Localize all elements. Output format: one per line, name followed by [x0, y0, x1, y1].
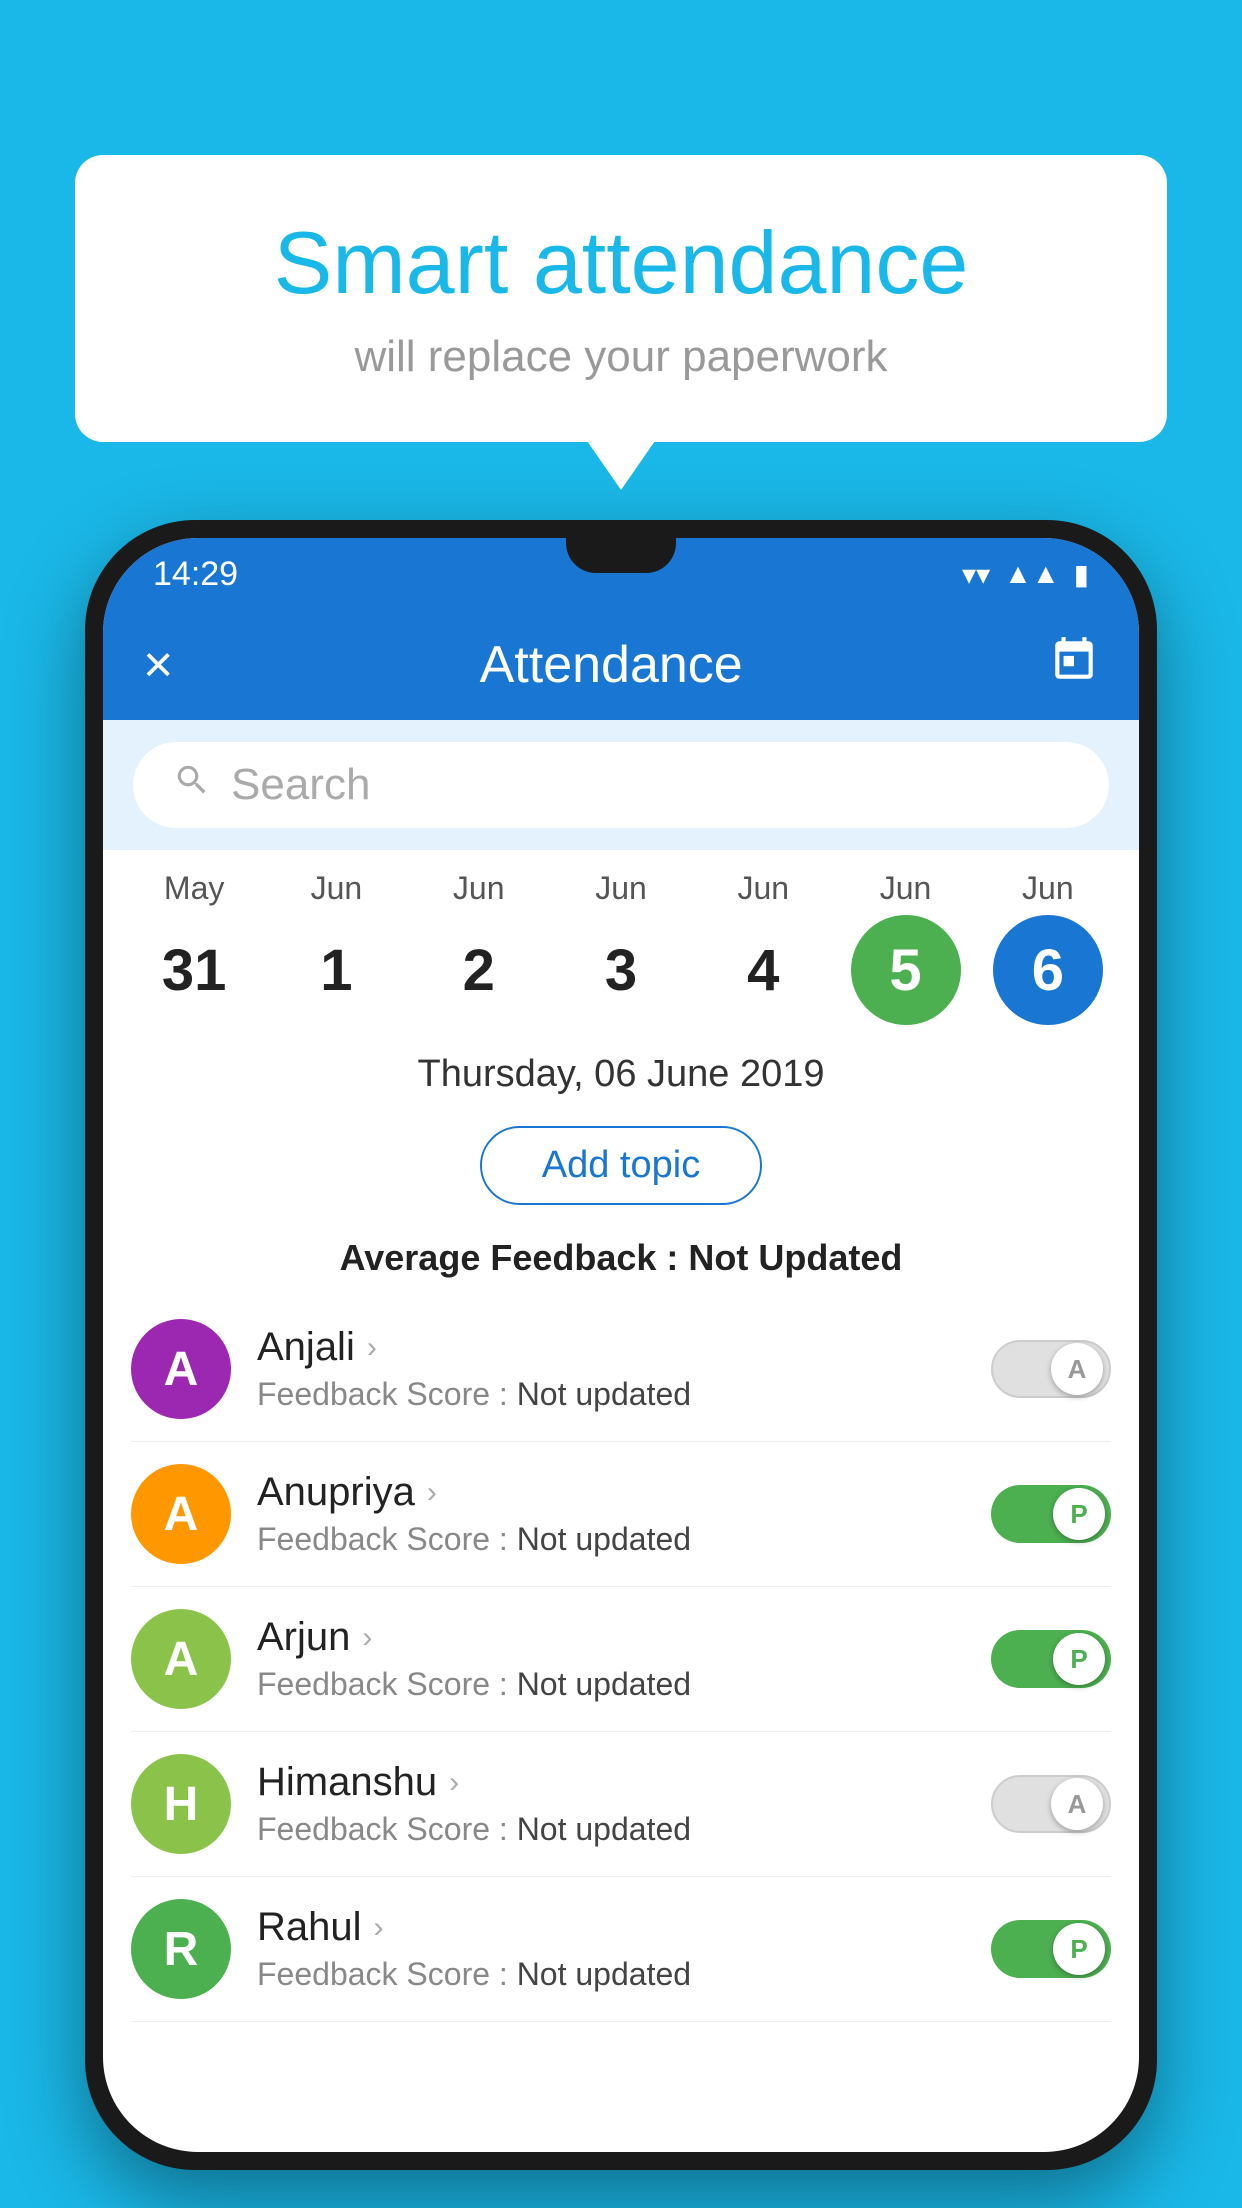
calendar-day[interactable]: Jun 1 — [271, 870, 401, 1025]
calendar-strip: May 31 Jun 1 Jun 2 Jun 3 Jun 4 Jun 5 Jun 6 — [103, 850, 1139, 1035]
avg-feedback: Average Feedback : Not Updated — [103, 1225, 1139, 1297]
student-avatar: A — [131, 1319, 231, 1419]
search-bar[interactable]: Search — [133, 742, 1109, 828]
bubble-title: Smart attendance — [145, 215, 1097, 312]
wifi-icon: ▾▾ — [962, 558, 990, 591]
student-score: Feedback Score : Not updated — [257, 1376, 965, 1413]
student-score: Feedback Score : Not updated — [257, 1666, 965, 1703]
cal-month-label: Jun — [1022, 870, 1074, 907]
status-icons: ▾▾ ▲▲ ▮ — [962, 558, 1089, 591]
student-name-arrow: › — [427, 1476, 437, 1510]
toggle-knob: P — [1053, 1488, 1105, 1540]
student-score: Feedback Score : Not updated — [257, 1956, 965, 1993]
student-item[interactable]: A Anupriya › Feedback Score : Not updated P — [131, 1442, 1111, 1587]
status-bar: 14:29 ▾▾ ▲▲ ▮ — [103, 538, 1139, 610]
student-name-arrow: › — [374, 1911, 384, 1945]
cal-date-number: 3 — [566, 915, 676, 1025]
close-button[interactable]: × — [143, 639, 173, 691]
search-icon — [173, 761, 211, 809]
student-avatar: R — [131, 1899, 231, 1999]
calendar-day[interactable]: Jun 2 — [414, 870, 544, 1025]
cal-date-number: 6 — [993, 915, 1103, 1025]
student-item[interactable]: H Himanshu › Feedback Score : Not updated A — [131, 1732, 1111, 1877]
speech-bubble: Smart attendance will replace your paper… — [75, 155, 1167, 442]
student-name-arrow: › — [449, 1766, 459, 1800]
student-avatar: A — [131, 1464, 231, 1564]
attendance-toggle[interactable]: P — [991, 1630, 1111, 1688]
cal-date-number: 4 — [708, 915, 818, 1025]
app-bar-title: Attendance — [203, 635, 1019, 695]
toggle-knob: P — [1053, 1633, 1105, 1685]
calendar-day[interactable]: May 31 — [129, 870, 259, 1025]
calendar-day[interactable]: Jun 4 — [698, 870, 828, 1025]
phone-inner: 14:29 ▾▾ ▲▲ ▮ × Attendance — [103, 538, 1139, 2152]
cal-month-label: Jun — [595, 870, 647, 907]
app-bar: × Attendance — [103, 610, 1139, 720]
cal-date-number: 1 — [281, 915, 391, 1025]
student-info: Anjali › Feedback Score : Not updated — [257, 1325, 965, 1413]
toggle-knob: A — [1051, 1343, 1103, 1395]
battery-icon: ▮ — [1074, 558, 1089, 591]
cal-date-number: 31 — [139, 915, 249, 1025]
student-name: Arjun › — [257, 1615, 965, 1660]
signal-icon: ▲▲ — [1004, 558, 1059, 590]
student-name: Anjali › — [257, 1325, 965, 1370]
student-name: Himanshu › — [257, 1760, 965, 1805]
calendar-day[interactable]: Jun 6 — [983, 870, 1113, 1025]
attendance-toggle[interactable]: A — [991, 1775, 1111, 1833]
selected-date: Thursday, 06 June 2019 — [103, 1035, 1139, 1106]
student-info: Anupriya › Feedback Score : Not updated — [257, 1470, 965, 1558]
phone-frame: 14:29 ▾▾ ▲▲ ▮ × Attendance — [85, 520, 1157, 2170]
search-placeholder: Search — [231, 760, 370, 810]
calendar-day[interactable]: Jun 5 — [841, 870, 971, 1025]
student-list: AAnjali ›Feedback Score : Not updatedAAA… — [103, 1297, 1139, 2022]
avg-feedback-label: Average Feedback : — [340, 1237, 689, 1278]
student-info: Arjun › Feedback Score : Not updated — [257, 1615, 965, 1703]
student-item[interactable]: R Rahul › Feedback Score : Not updated P — [131, 1877, 1111, 2022]
student-name-arrow: › — [367, 1331, 377, 1365]
toggle-knob: P — [1053, 1923, 1105, 1975]
student-info: Himanshu › Feedback Score : Not updated — [257, 1760, 965, 1848]
cal-month-label: Jun — [311, 870, 363, 907]
calendar-day[interactable]: Jun 3 — [556, 870, 686, 1025]
speech-bubble-container: Smart attendance will replace your paper… — [75, 155, 1167, 442]
cal-date-number: 2 — [424, 915, 534, 1025]
bubble-subtitle: will replace your paperwork — [145, 332, 1097, 382]
cal-month-label: May — [164, 870, 224, 907]
student-item[interactable]: A Anjali › Feedback Score : Not updated A — [131, 1297, 1111, 1442]
student-score: Feedback Score : Not updated — [257, 1811, 965, 1848]
cal-month-label: Jun — [880, 870, 932, 907]
student-name: Anupriya › — [257, 1470, 965, 1515]
student-avatar: A — [131, 1609, 231, 1709]
cal-date-number: 5 — [851, 915, 961, 1025]
avg-feedback-value: Not Updated — [688, 1237, 902, 1278]
student-name: Rahul › — [257, 1905, 965, 1950]
calendar-icon[interactable] — [1049, 635, 1099, 696]
add-topic-button[interactable]: Add topic — [480, 1126, 762, 1205]
attendance-toggle[interactable]: P — [991, 1485, 1111, 1543]
cal-month-label: Jun — [737, 870, 789, 907]
status-time: 14:29 — [153, 555, 238, 594]
student-item[interactable]: A Arjun › Feedback Score : Not updated P — [131, 1587, 1111, 1732]
student-name-arrow: › — [362, 1621, 372, 1655]
cal-month-label: Jun — [453, 870, 505, 907]
student-score: Feedback Score : Not updated — [257, 1521, 965, 1558]
student-avatar: H — [131, 1754, 231, 1854]
attendance-toggle[interactable]: P — [991, 1920, 1111, 1978]
toggle-knob: A — [1051, 1778, 1103, 1830]
student-info: Rahul › Feedback Score : Not updated — [257, 1905, 965, 1993]
attendance-toggle[interactable]: A — [991, 1340, 1111, 1398]
search-bar-container: Search — [103, 720, 1139, 850]
